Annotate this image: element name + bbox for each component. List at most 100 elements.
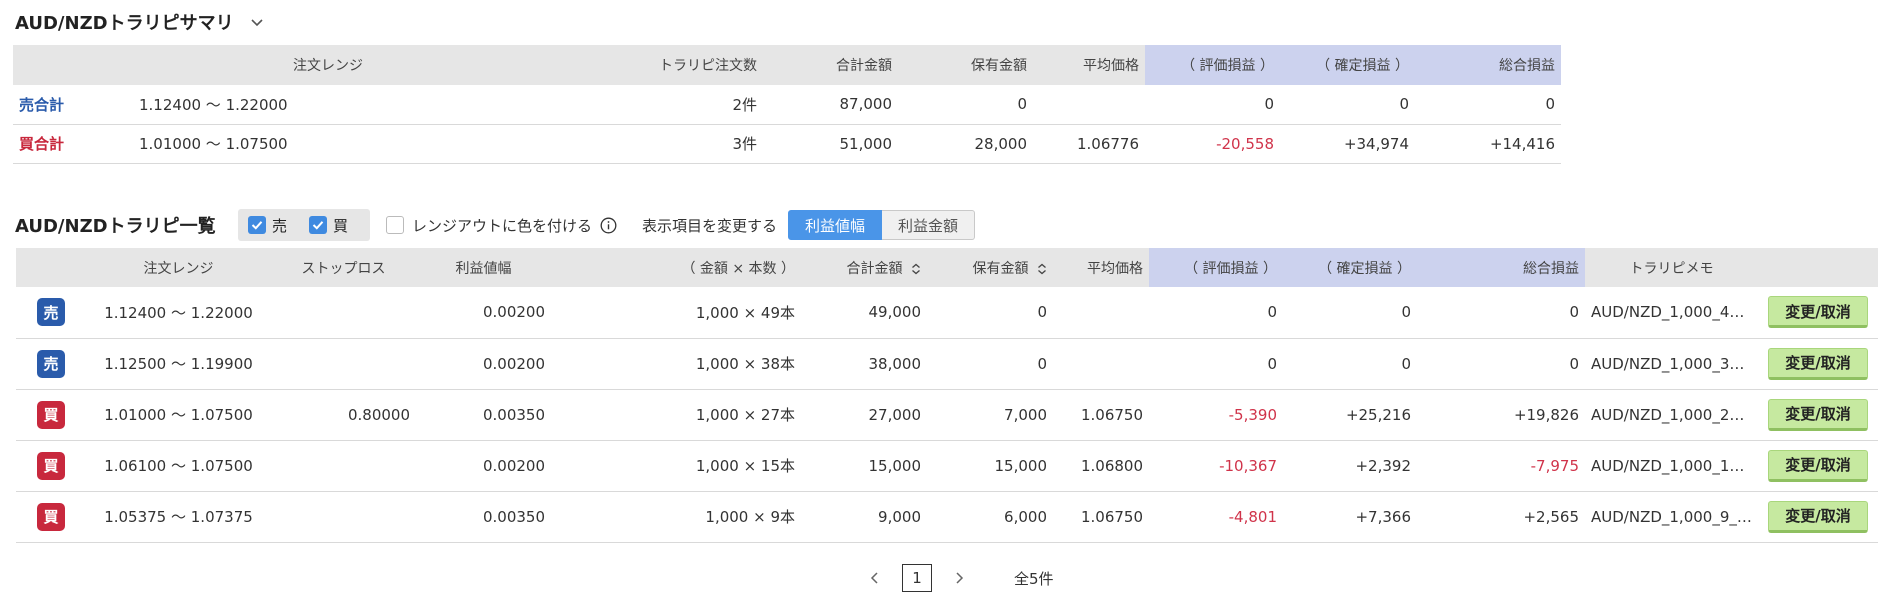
table-row: 買 1.01000 〜 1.07500 0.80000 0.00350 1,00… [16,389,1878,441]
list-title: AUD/NZDトラリピ一覧 [15,216,216,237]
summary-header-total-amount: 合計金額 [763,45,898,85]
row-stop-loss [271,287,416,339]
info-circle-icon[interactable] [600,217,617,234]
row-amount-count: 1,000 × 49本 [551,287,801,339]
row-avg-price [1053,287,1149,339]
row-total-amount: 49,000 [801,287,927,339]
sell-filter-checkbox[interactable]: 売 [248,215,287,236]
row-profit-width: 0.00200 [416,287,551,339]
sort-updown-icon[interactable] [1037,263,1047,275]
list-header-total-pl: 総合損益 [1417,248,1585,287]
row-stop-loss [271,491,416,543]
row-stop-loss [271,440,416,492]
modify-cancel-button[interactable]: 変更/取消 [1768,500,1868,533]
row-memo: AUD/NZD_1,000_15_2… [1585,440,1758,492]
sell-badge: 売 [37,349,65,378]
list-header-total-amount[interactable]: 合計金額 [801,248,927,287]
summary-header-total-pl: 総合損益 [1415,45,1561,85]
page: AUD/NZDトラリピサマリ 注文レンジ トラリピ注文数 合計金額 保有金額 平… [0,0,1883,605]
row-profit-width: 0.00200 [416,440,551,492]
row-realized: +7,366 [1283,491,1417,543]
range-color-checkbox[interactable] [386,216,404,234]
modify-cancel-button[interactable]: 変更/取消 [1768,449,1868,482]
display-change-label: 表示項目を変更する [642,216,778,235]
summary-sell-unrealized: 0 [1145,85,1280,125]
buy-filter-checkbox[interactable]: 買 [309,215,348,236]
chevron-left-icon[interactable] [860,563,890,593]
row-avg-price: 1.06750 [1053,491,1149,543]
row-stop-loss [271,338,416,390]
row-unrealized: -4,801 [1149,491,1283,543]
row-total-amount: 38,000 [801,338,927,390]
table-row: 売 1.12400 〜 1.22000 0.00200 1,000 × 49本 … [16,287,1878,339]
row-holding-amount: 6,000 [927,491,1053,543]
row-holding-amount: 15,000 [927,440,1053,492]
summary-title-text: AUD/NZDトラリピサマリ [15,13,234,34]
row-unrealized: 0 [1149,287,1283,339]
modify-cancel-button[interactable]: 変更/取消 [1768,296,1868,329]
summary-buy-order-count: 3件 [643,124,763,164]
row-avg-price [1053,338,1149,390]
row-holding-amount: 0 [927,338,1053,390]
summary-sell-range: 1.12400 〜 1.22000 [133,85,643,125]
row-range: 1.01000 〜 1.07500 [86,389,271,441]
list-header-row: 注文レンジ ストップロス 利益値幅 （ 金額 × 本数 ） 合計金額 保有金額 [16,248,1878,287]
row-total-pl: +2,565 [1417,491,1585,543]
summary-header-row: 注文レンジ トラリピ注文数 合計金額 保有金額 平均価格 （ 評価損益 ） （ … [13,45,1561,85]
list-header-action [1758,248,1878,287]
summary-header-realized: （ 確定損益 ） [1280,45,1415,85]
summary-sell-total-amount: 87,000 [763,85,898,125]
row-profit-width: 0.00350 [416,389,551,441]
row-memo: AUD/NZD_1,000_38_2… [1585,338,1758,390]
row-realized: +25,216 [1283,389,1417,441]
summary-buy-holding-amount: 28,000 [898,124,1033,164]
list-header-holding-amount[interactable]: 保有金額 [927,248,1053,287]
pagination: 1 全5件 [860,563,1054,593]
buy-badge: 買 [37,502,65,531]
sort-updown-icon[interactable] [911,263,921,275]
summary-buy-total-amount: 51,000 [763,124,898,164]
row-realized: 0 [1283,287,1417,339]
profit-amount-button[interactable]: 利益金額 [882,210,976,240]
row-unrealized: -5,390 [1149,389,1283,441]
summary-buy-unrealized: -20,558 [1145,124,1280,164]
range-color-toggle[interactable]: レンジアウトに色を付ける [386,212,617,238]
row-avg-price: 1.06750 [1053,389,1149,441]
summary-buy-total-pl: +14,416 [1415,124,1561,164]
table-row: 売 1.12500 〜 1.19900 0.00200 1,000 × 38本 … [16,338,1878,390]
list-header-realized: （ 確定損益 ） [1283,248,1417,287]
table-row: 買 1.06100 〜 1.07500 0.00200 1,000 × 15本 … [16,440,1878,492]
modify-cancel-button[interactable]: 変更/取消 [1768,347,1868,380]
list-header-side [16,248,86,287]
summary-sell-realized: 0 [1280,85,1415,125]
summary-header-holding-amount: 保有金額 [898,45,1033,85]
sell-badge: 売 [37,298,65,327]
summary-header-order-count: トラリピ注文数 [643,45,763,85]
page-current[interactable]: 1 [902,564,932,592]
total-count: 全5件 [1014,569,1054,588]
list-header-amount-count: （ 金額 × 本数 ） [551,248,801,287]
row-profit-width: 0.00200 [416,338,551,390]
summary-header-unrealized: （ 評価損益 ） [1145,45,1280,85]
row-total-pl: 0 [1417,287,1585,339]
row-amount-count: 1,000 × 27本 [551,389,801,441]
row-avg-price: 1.06800 [1053,440,1149,492]
row-range: 1.06100 〜 1.07500 [86,440,271,492]
summary-buy-label: 買合計 [13,124,133,164]
profit-width-button[interactable]: 利益値幅 [788,210,883,240]
row-range: 1.12500 〜 1.19900 [86,338,271,390]
row-unrealized: 0 [1149,338,1283,390]
chevron-right-icon[interactable] [944,563,974,593]
checkmark-icon [309,216,328,234]
list-header-stop-loss: ストップロス [271,248,416,287]
row-realized: +2,392 [1283,440,1417,492]
row-total-pl: +19,826 [1417,389,1585,441]
modify-cancel-button[interactable]: 変更/取消 [1768,398,1868,431]
row-memo: AUD/NZD_1,000_9_20… [1585,491,1758,543]
summary-title[interactable]: AUD/NZDトラリピサマリ [15,6,264,38]
summary-row-sell: 売合計 1.12400 〜 1.22000 2件 87,000 0 0 0 0 [13,85,1561,125]
display-toggle: 利益値幅 利益金額 [788,210,976,240]
summary-sell-order-count: 2件 [643,85,763,125]
side-filter: 売 買 [238,209,370,241]
list-header-memo: トラリピメモ [1585,248,1758,287]
